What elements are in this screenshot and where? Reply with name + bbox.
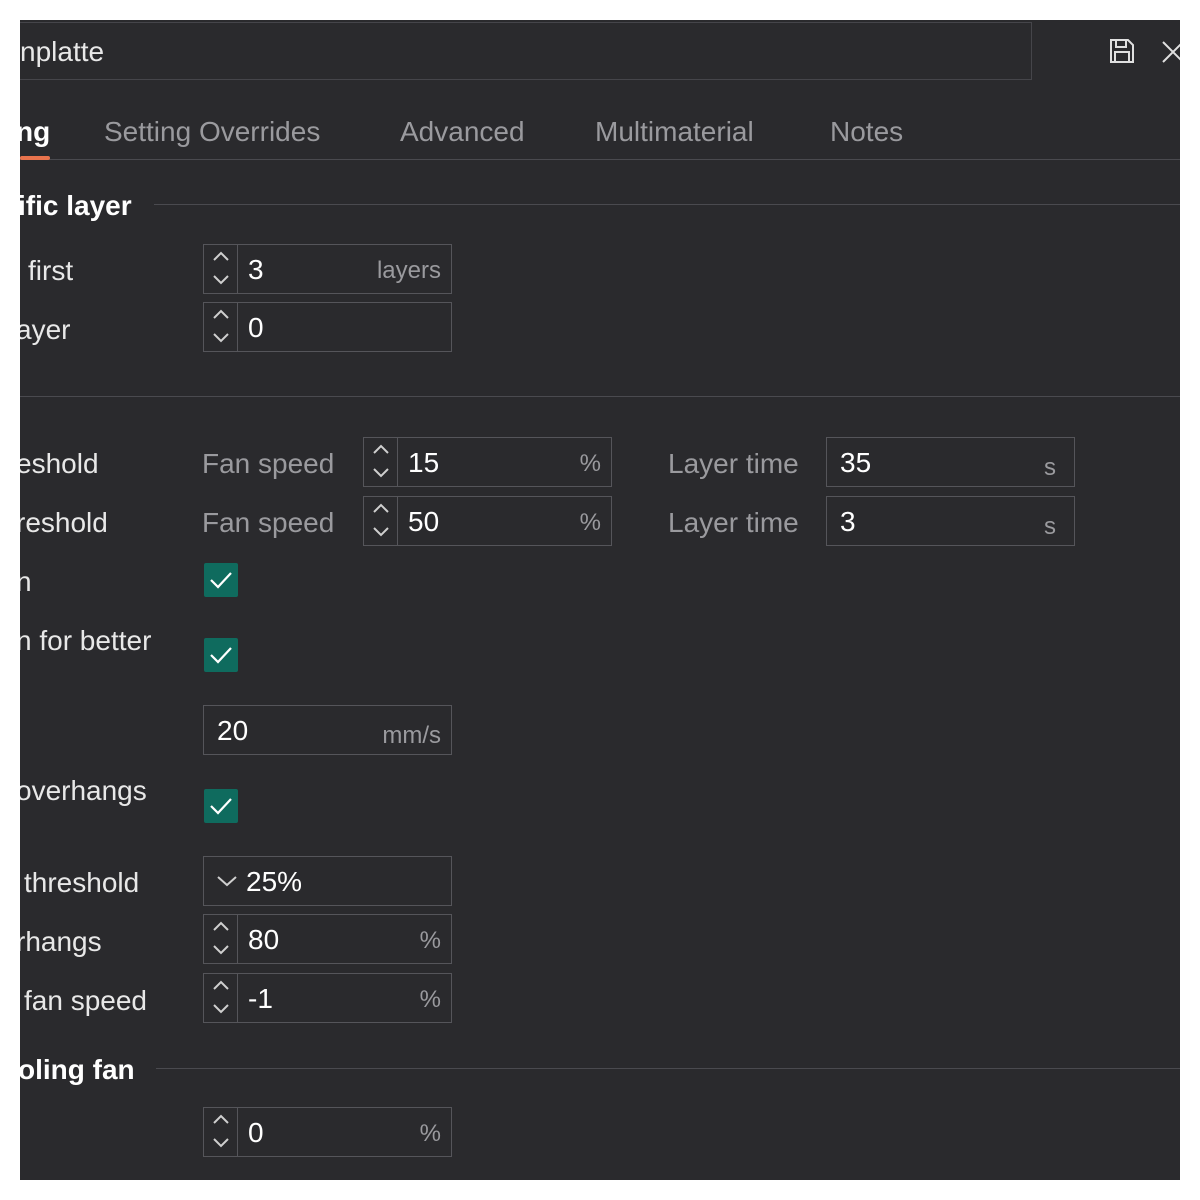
section-divider	[154, 204, 1180, 205]
fan-speed-label: Fan speed	[202, 448, 335, 479]
fan-speed-label: Fan speed	[202, 507, 335, 538]
chevron-up-icon[interactable]	[212, 307, 230, 321]
chevron-down-icon[interactable]	[372, 525, 390, 539]
fan-speed-stepper-2[interactable]: 50 %	[363, 496, 612, 546]
chevron-up-icon[interactable]	[212, 249, 230, 263]
label-option-1: n	[20, 566, 32, 597]
option-2-checkbox[interactable]	[204, 638, 238, 672]
field-value: 3	[248, 254, 264, 285]
tabs-divider	[20, 159, 1180, 160]
option-1-checkbox[interactable]	[204, 563, 238, 597]
chevron-up-icon[interactable]	[212, 978, 230, 992]
field-value: -1	[248, 983, 273, 1014]
checkmark-icon	[210, 798, 232, 815]
checkmark-icon	[210, 572, 232, 589]
chevron-up-icon[interactable]	[212, 1112, 230, 1126]
tab-setting-overrides[interactable]: Setting Overrides	[104, 116, 320, 148]
chevron-down-icon[interactable]	[212, 1002, 230, 1016]
checkmark-icon	[210, 647, 232, 664]
threshold-dropdown[interactable]: 25%	[203, 856, 452, 906]
spin-buttons[interactable]	[204, 1108, 238, 1156]
field-unit: %	[419, 927, 441, 954]
rhangs-stepper[interactable]: 80 %	[203, 914, 452, 964]
section-divider	[20, 396, 1180, 397]
cooling-fan-stepper[interactable]: 0 %	[203, 1107, 452, 1157]
label-fan-speed: fan speed	[24, 985, 147, 1016]
field-value: 50	[408, 506, 440, 537]
settings-panel: nplatte ng Setting Overrides Advanced Mu…	[20, 20, 1180, 1180]
field-value: 0	[248, 1117, 264, 1148]
fan-speed-stepper-3[interactable]: -1 %	[203, 973, 452, 1023]
label-first-layers: first	[28, 255, 74, 286]
layer-time-label: Layer time	[668, 507, 799, 538]
chevron-up-icon[interactable]	[212, 919, 230, 933]
layer-time-input-2[interactable]: 3 s	[826, 496, 1075, 546]
field-unit: %	[419, 986, 441, 1013]
spin-buttons[interactable]	[204, 915, 238, 963]
spin-buttons[interactable]	[364, 438, 398, 486]
overhangs-checkbox[interactable]	[204, 789, 238, 823]
label-min-threshold: eshold	[20, 448, 99, 479]
tab-notes[interactable]: Notes	[830, 116, 903, 148]
layer-time-input-1[interactable]: 35 s	[826, 437, 1075, 487]
spin-buttons[interactable]	[204, 974, 238, 1022]
field-value: 3	[840, 506, 856, 537]
label-rhangs: rhangs	[20, 926, 102, 957]
chevron-down-icon[interactable]	[212, 943, 230, 957]
spin-buttons[interactable]	[204, 303, 238, 351]
label-max-threshold: reshold	[20, 507, 108, 538]
first-layers-stepper[interactable]: 3 layers	[203, 244, 452, 294]
tab-multimaterial[interactable]: Multimaterial	[595, 116, 754, 148]
field-unit: s	[1044, 513, 1056, 540]
field-value: 20	[217, 715, 249, 746]
tab-advanced[interactable]: Advanced	[400, 116, 525, 148]
tab-cooling[interactable]: ng	[20, 116, 50, 148]
preset-name-text: nplatte	[20, 36, 105, 67]
layer-time-label: Layer time	[668, 448, 799, 479]
preset-name-field[interactable]	[20, 22, 1032, 80]
spin-buttons[interactable]	[204, 245, 238, 293]
fan-speed-stepper-1[interactable]: 15 %	[363, 437, 612, 487]
section-title-cooling-fan: oling fan	[20, 1054, 135, 1085]
chevron-down-icon[interactable]	[212, 331, 230, 345]
section-title-specific-layer: ific layer	[20, 190, 132, 221]
chevron-down-icon[interactable]	[372, 466, 390, 480]
chevron-up-icon[interactable]	[372, 501, 390, 515]
field-unit: %	[579, 509, 601, 536]
section-divider	[156, 1068, 1180, 1069]
save-icon[interactable]	[1108, 37, 1136, 70]
field-unit: layers	[376, 257, 441, 284]
field-unit: mm/s	[382, 722, 441, 749]
dropdown-value: 25%	[246, 866, 303, 897]
chevron-up-icon[interactable]	[372, 442, 390, 456]
speed-input[interactable]: 20 mm/s	[203, 705, 452, 755]
label-layer: ayer	[20, 314, 71, 345]
label-threshold: threshold	[24, 867, 140, 898]
label-option-2: n for better	[20, 625, 152, 656]
field-value: 0	[248, 312, 264, 343]
chevron-down-icon[interactable]	[212, 273, 230, 287]
active-tab-indicator	[20, 156, 50, 160]
spin-buttons[interactable]	[364, 497, 398, 545]
layer-stepper[interactable]: 0	[203, 302, 452, 352]
close-icon[interactable]	[1160, 39, 1180, 70]
field-value: 15	[408, 447, 440, 478]
field-unit: s	[1044, 454, 1056, 481]
label-overhangs: overhangs	[20, 775, 147, 806]
chevron-down-icon[interactable]	[216, 874, 238, 888]
field-value: 35	[840, 447, 872, 478]
field-unit: %	[419, 1120, 441, 1147]
field-value: 80	[248, 924, 280, 955]
chevron-down-icon[interactable]	[212, 1136, 230, 1150]
field-unit: %	[579, 450, 601, 477]
